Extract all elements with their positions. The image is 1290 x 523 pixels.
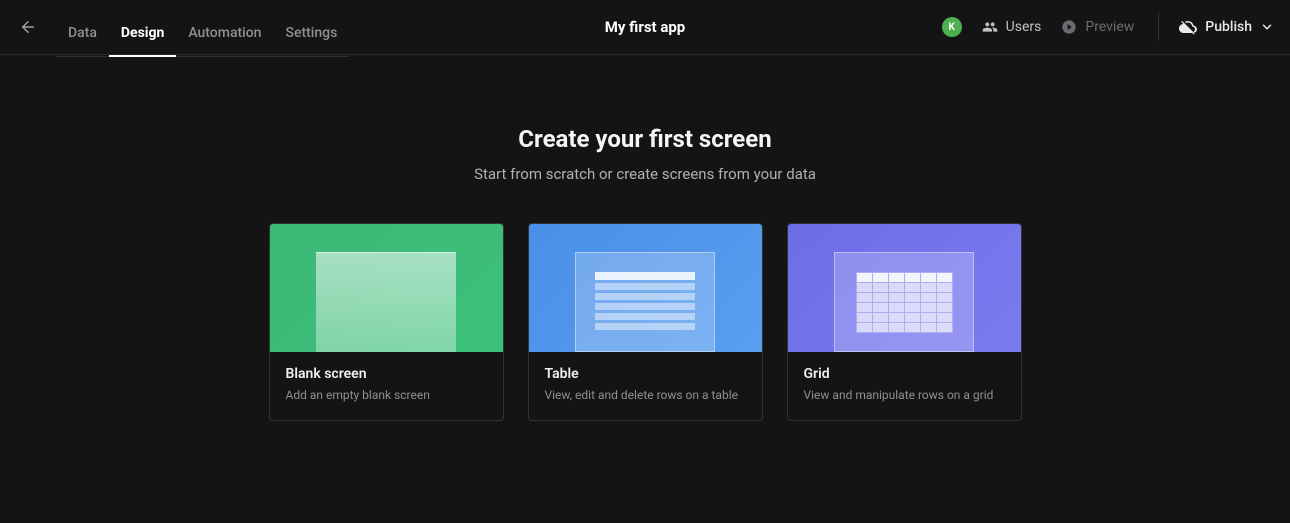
page-subtitle: Start from scratch or create screens fro… xyxy=(0,165,1290,183)
app-title: My first app xyxy=(605,18,685,36)
card-body: Blank screen Add an empty blank screen xyxy=(270,352,503,420)
card-grid[interactable]: Grid View and manipulate rows on a grid xyxy=(787,223,1022,421)
card-body: Grid View and manipulate rows on a grid xyxy=(788,352,1021,420)
card-preview xyxy=(270,224,503,352)
header-right: K Users Preview Publish xyxy=(942,13,1274,41)
tab-data[interactable]: Data xyxy=(56,11,109,56)
preview-label: Preview xyxy=(1085,19,1134,35)
header-divider xyxy=(1158,13,1159,41)
cloud-off-icon xyxy=(1179,18,1197,36)
card-preview xyxy=(788,224,1021,352)
template-cards: Blank screen Add an empty blank screen xyxy=(0,223,1290,421)
tab-design[interactable]: Design xyxy=(109,11,176,56)
main-content: Create your first screen Start from scra… xyxy=(0,55,1290,421)
card-desc: View and manipulate rows on a grid xyxy=(804,388,1005,402)
back-button[interactable] xyxy=(12,11,44,43)
card-desc: Add an empty blank screen xyxy=(286,388,487,402)
card-title: Grid xyxy=(804,366,1005,382)
app-header: Data Design Automation Settings My first… xyxy=(0,0,1290,55)
page-title: Create your first screen xyxy=(0,125,1290,153)
card-table[interactable]: Table View, edit and delete rows on a ta… xyxy=(528,223,763,421)
table-sheet-graphic xyxy=(575,252,715,352)
publish-label: Publish xyxy=(1205,19,1252,35)
chevron-down-icon xyxy=(1260,20,1274,34)
tab-settings[interactable]: Settings xyxy=(273,11,349,56)
users-icon xyxy=(982,19,998,35)
card-desc: View, edit and delete rows on a table xyxy=(545,388,746,402)
card-title: Table xyxy=(545,366,746,382)
header-tabs: Data Design Automation Settings xyxy=(56,11,349,57)
header-left: Data Design Automation Settings xyxy=(12,11,349,43)
card-body: Table View, edit and delete rows on a ta… xyxy=(529,352,762,420)
grid-sheet-graphic xyxy=(834,252,974,352)
arrow-left-icon xyxy=(19,18,37,36)
card-blank-screen[interactable]: Blank screen Add an empty blank screen xyxy=(269,223,504,421)
card-title: Blank screen xyxy=(286,366,487,382)
users-button[interactable]: Users xyxy=(982,19,1042,35)
tab-automation[interactable]: Automation xyxy=(176,11,273,56)
preview-button[interactable]: Preview xyxy=(1061,19,1134,35)
users-label: Users xyxy=(1006,19,1042,35)
publish-button[interactable]: Publish xyxy=(1179,18,1274,36)
card-preview xyxy=(529,224,762,352)
play-circle-icon xyxy=(1061,19,1077,35)
avatar[interactable]: K xyxy=(942,17,962,37)
blank-sheet-graphic xyxy=(316,252,456,352)
